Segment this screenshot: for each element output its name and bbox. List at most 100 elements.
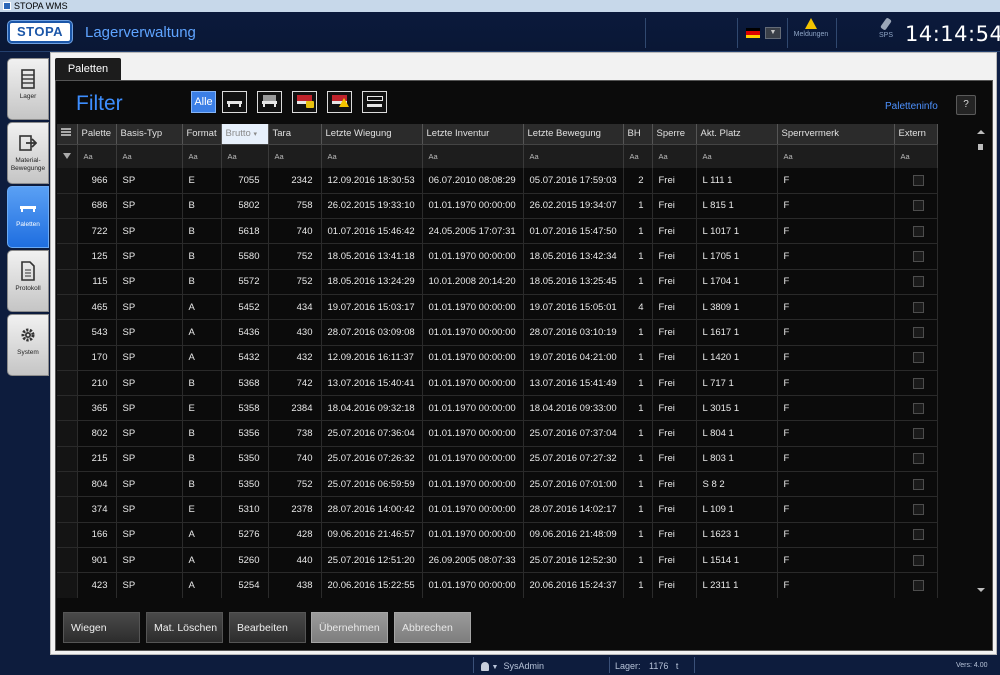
filter-cell[interactable]: Aa	[268, 144, 322, 168]
extern-checkbox[interactable]	[913, 579, 924, 591]
table-row[interactable]: 686 SP B 5802 758 26.02.2015 19:33:10 01.01.19…	[57, 193, 938, 220]
filter-loaded-pallet-button[interactable]	[257, 91, 282, 113]
wiegen-button[interactable]: Wiegen	[63, 612, 140, 643]
row-selector[interactable]	[57, 319, 78, 346]
column-header-letzte-inventur[interactable]: Letzte Inventur	[422, 124, 524, 145]
nav-paletten[interactable]: Paletten	[7, 186, 49, 248]
scrollbar-thumb[interactable]	[978, 144, 983, 150]
extern-checkbox[interactable]	[913, 453, 924, 465]
row-selector[interactable]	[57, 168, 78, 194]
filter-all-button[interactable]: Alle	[191, 91, 216, 113]
table-row[interactable]: 804 SP B 5350 752 25.07.2016 06:59:59 01.01.19…	[57, 471, 938, 498]
table-row[interactable]: 722 SP B 5618 740 01.07.2016 15:46:42 24.05.20…	[57, 218, 938, 245]
tab-paletten[interactable]: Paletten	[55, 58, 121, 80]
column-header-bh[interactable]: BH	[623, 124, 653, 145]
row-selector[interactable]	[57, 572, 78, 598]
column-header-brutto[interactable]: Brutto ▾	[221, 124, 269, 145]
column-header-letzte-bewegung[interactable]: Letzte Bewegung	[523, 124, 624, 145]
filter-cell[interactable]: Aa	[894, 144, 938, 168]
column-header-tara[interactable]: Tara	[268, 124, 322, 145]
table-row[interactable]: 465 SP A 5452 434 19.07.2016 15:03:17 01.01.19…	[57, 294, 938, 321]
table-row[interactable]: 365 SP E 5358 2384 18.04.2016 09:32:18 01.01.1…	[57, 395, 938, 422]
row-selector[interactable]	[57, 294, 78, 321]
uebernehmen-button[interactable]: Übernehmen	[311, 612, 388, 643]
table-row[interactable]: 423 SP A 5254 438 20.06.2016 15:22:55 01.01.19…	[57, 572, 938, 598]
column-header-letzte-wiegung[interactable]: Letzte Wiegung	[321, 124, 423, 145]
vertical-scrollbar[interactable]	[974, 124, 987, 598]
messages-button[interactable]: Meldungen	[792, 18, 830, 38]
extern-checkbox[interactable]	[913, 352, 924, 364]
column-header-akt-platz[interactable]: Akt. Platz	[696, 124, 778, 145]
sps-status[interactable]: SPS	[874, 17, 898, 39]
row-selector[interactable]	[57, 446, 78, 473]
filter-cell[interactable]: Aa	[422, 144, 524, 168]
table-row[interactable]: 125 SP B 5580 752 18.05.2016 13:41:18 01.01.19…	[57, 243, 938, 270]
extern-checkbox[interactable]	[913, 402, 924, 414]
row-selector[interactable]	[57, 395, 78, 422]
extern-checkbox[interactable]	[913, 276, 924, 288]
extern-checkbox[interactable]	[913, 301, 924, 313]
table-row[interactable]: 374 SP E 5310 2378 28.07.2016 14:00:42 01.01.1…	[57, 496, 938, 523]
column-header-palette[interactable]: Palette	[77, 124, 117, 145]
extern-checkbox[interactable]	[913, 529, 924, 541]
user-menu[interactable]: ▼ SysAdmin	[481, 658, 544, 674]
column-header-extern[interactable]: Extern	[894, 124, 938, 145]
extern-checkbox[interactable]	[913, 504, 924, 515]
row-selector[interactable]	[57, 218, 78, 245]
filter-warning-pallet-button[interactable]	[327, 91, 352, 113]
row-selector[interactable]	[57, 547, 78, 574]
filter-locked-pallet-button[interactable]	[292, 91, 317, 113]
table-row[interactable]: 802 SP B 5356 738 25.07.2016 07:36:04 01.01.19…	[57, 420, 938, 447]
row-selector[interactable]	[57, 243, 78, 270]
row-selector[interactable]	[57, 420, 78, 447]
row-selector[interactable]	[57, 345, 78, 371]
table-row[interactable]: 901 SP A 5260 440 25.07.2016 12:51:20 26.09.20…	[57, 547, 938, 574]
nav-lager[interactable]: Lager	[7, 58, 49, 120]
row-selector[interactable]	[57, 471, 78, 498]
scroll-down-icon[interactable]	[977, 588, 985, 592]
filter-cell[interactable]: Aa	[221, 144, 269, 168]
column-header-sperrvermerk[interactable]: Sperrvermerk	[777, 124, 895, 145]
filter-cell[interactable]: Aa	[777, 144, 895, 168]
row-selector[interactable]	[57, 269, 78, 295]
table-row[interactable]: 215 SP B 5350 740 25.07.2016 07:26:32 01.01.19…	[57, 446, 938, 473]
table-row[interactable]: 170 SP A 5432 432 12.09.2016 16:11:37 01.01.19…	[57, 345, 938, 371]
filter-empty-pallet-button[interactable]	[222, 91, 247, 113]
column-header-sperre[interactable]: Sperre	[652, 124, 697, 145]
table-row[interactable]: 166 SP A 5276 428 09.06.2016 21:46:57 01.01.19…	[57, 522, 938, 548]
column-menu-cell[interactable]	[57, 124, 78, 145]
column-header-basis-typ[interactable]: Basis-Typ	[116, 124, 183, 145]
row-selector[interactable]	[57, 522, 78, 548]
table-row[interactable]: 543 SP A 5436 430 28.07.2016 03:09:08 01.01.19…	[57, 319, 938, 346]
extern-checkbox[interactable]	[913, 174, 924, 186]
table-row[interactable]: 966 SP E 7055 2342 12.09.2016 18:30:53 06.07.2…	[57, 168, 938, 194]
help-button[interactable]: ?	[956, 95, 976, 115]
extern-checkbox[interactable]	[913, 200, 924, 212]
row-selector[interactable]	[57, 370, 78, 397]
table-row[interactable]: 115 SP B 5572 752 18.05.2016 13:24:29 10.01.20…	[57, 269, 938, 295]
extern-checkbox[interactable]	[913, 251, 924, 263]
language-dropdown-chevron-icon[interactable]: ▼	[765, 27, 781, 39]
filter-cell[interactable]: Aa	[652, 144, 697, 168]
row-selector[interactable]	[57, 193, 78, 220]
scroll-up-icon[interactable]	[977, 130, 985, 134]
filter-cell[interactable]: Aa	[321, 144, 423, 168]
nav-protokoll[interactable]: Protokoll	[7, 250, 49, 312]
mat-loeschen-button[interactable]: Mat. Löschen	[146, 612, 223, 643]
nav-system[interactable]: System	[7, 314, 49, 376]
extern-checkbox[interactable]	[913, 428, 924, 440]
filter-cell[interactable]: Aa	[696, 144, 778, 168]
extern-checkbox[interactable]	[913, 478, 924, 490]
filter-cell[interactable]: Aa	[182, 144, 222, 168]
bearbeiten-button[interactable]: Bearbeiten	[229, 612, 306, 643]
filter-external-pallet-button[interactable]	[362, 91, 387, 113]
extern-checkbox[interactable]	[913, 554, 924, 566]
filter-cell[interactable]: Aa	[523, 144, 624, 168]
extern-checkbox[interactable]	[913, 225, 924, 237]
abbrechen-button[interactable]: Abbrechen	[394, 612, 471, 643]
german-flag-icon[interactable]	[746, 28, 760, 38]
extern-checkbox[interactable]	[913, 377, 924, 389]
extern-checkbox[interactable]	[913, 326, 924, 338]
filter-cell[interactable]: Aa	[77, 144, 117, 168]
table-row[interactable]: 210 SP B 5368 742 13.07.2016 15:40:41 01.01.19…	[57, 370, 938, 397]
